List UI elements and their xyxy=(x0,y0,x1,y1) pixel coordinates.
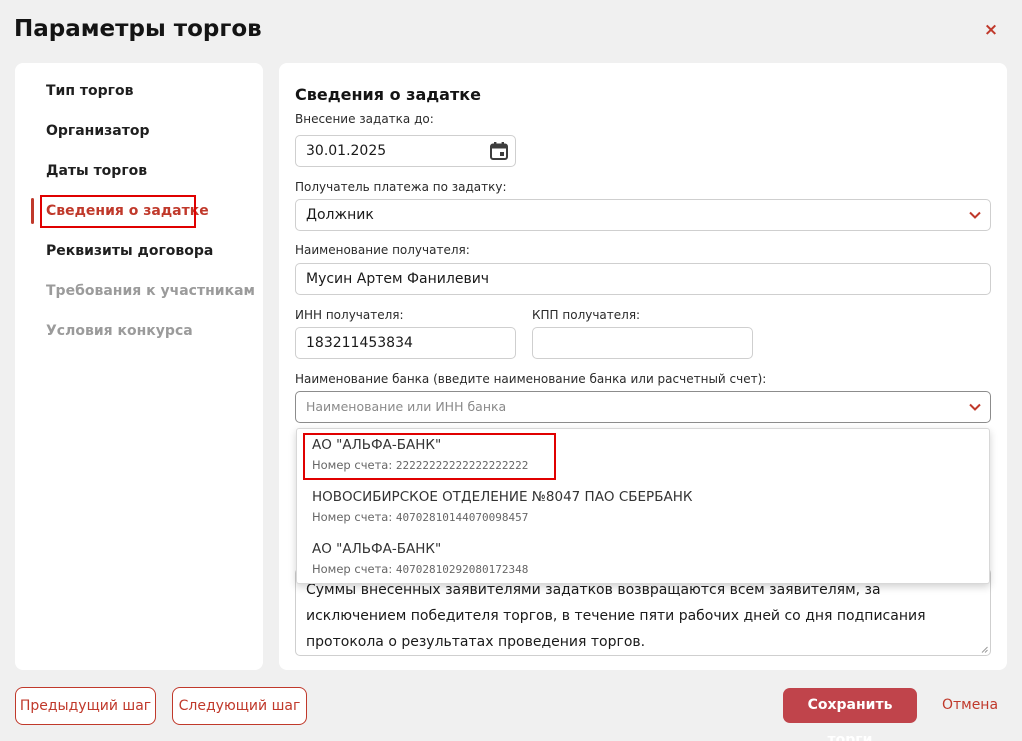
kpp-label: КПП получателя: xyxy=(532,308,641,322)
bank-search-placeholder: Наименование или ИНН банка xyxy=(306,399,507,414)
chevron-down-icon xyxy=(969,211,981,219)
account-number: 40702810144070098457 xyxy=(395,511,529,524)
save-auction-button[interactable]: Сохранить торги xyxy=(783,688,917,741)
inn-label: ИНН получателя: xyxy=(295,308,404,322)
bank-option[interactable]: НОВОСИБИРСКОЕ ОТДЕЛЕНИЕ №8047 ПАО СБЕРБА… xyxy=(312,489,692,524)
deposit-deadline-label: Внесение задатка до: xyxy=(295,112,434,126)
bank-option-name: НОВОСИБИРСКОЕ ОТДЕЛЕНИЕ №8047 ПАО СБЕРБА… xyxy=(312,489,693,505)
payee-select[interactable]: Должник xyxy=(295,199,991,231)
sidebar-item-competition-terms[interactable]: Условия конкурса xyxy=(46,319,193,343)
steps-sidebar: Тип торгов Организатор Даты торгов Сведе… xyxy=(15,63,263,670)
highlight-box xyxy=(303,433,556,480)
sidebar-item-contract-details[interactable]: Реквизиты договора xyxy=(46,239,213,263)
sidebar-item-participant-requirements[interactable]: Требования к участникам xyxy=(46,279,255,303)
payee-value: Должник xyxy=(306,207,374,223)
chevron-down-icon xyxy=(969,403,981,411)
sidebar-item-organizer[interactable]: Организатор xyxy=(46,119,150,143)
recipient-name-value: Мусин Артем Фанилевич xyxy=(306,271,490,287)
deposit-deadline-value: 30.01.2025 xyxy=(306,143,387,159)
recipient-name-label: Наименование получателя: xyxy=(295,243,470,257)
bank-dropdown-list: АО "АЛЬФА-БАНК" Номер счета: 22222222222… xyxy=(296,428,990,584)
bank-option-name: АО "АЛЬФА-БАНК" xyxy=(312,541,442,557)
deposit-deadline-input[interactable]: 30.01.2025 xyxy=(295,135,516,167)
account-label: Номер счета: xyxy=(312,562,393,576)
payee-label: Получатель платежа по задатку: xyxy=(295,180,507,194)
bank-option-account: Номер счета: 40702810292080172348 xyxy=(312,562,528,576)
calendar-icon[interactable] xyxy=(489,141,509,161)
close-icon[interactable]: × xyxy=(982,20,1000,40)
active-step-indicator xyxy=(31,198,34,224)
sidebar-item-auction-dates[interactable]: Даты торгов xyxy=(46,159,147,183)
next-step-button[interactable]: Следующий шаг xyxy=(172,687,307,725)
highlight-box xyxy=(40,195,196,228)
sidebar-item-auction-type[interactable]: Тип торгов xyxy=(46,79,133,103)
deposit-notes-text: Суммы внесенных заявителями задатков воз… xyxy=(306,582,926,650)
cancel-button[interactable]: Отмена xyxy=(937,688,1003,723)
inn-input[interactable]: 183211453834 xyxy=(295,327,516,359)
inn-value: 183211453834 xyxy=(306,335,413,351)
previous-step-button[interactable]: Предыдущий шаг xyxy=(15,687,156,725)
dialog-title: Параметры торгов xyxy=(14,16,262,42)
recipient-name-input[interactable]: Мусин Артем Фанилевич xyxy=(295,263,991,295)
resize-handle-icon[interactable] xyxy=(981,646,988,653)
section-title: Сведения о задатке xyxy=(295,85,481,104)
account-label: Номер счета: xyxy=(312,510,393,524)
bank-search-input[interactable]: Наименование или ИНН банка xyxy=(295,391,991,423)
kpp-input[interactable] xyxy=(532,327,753,359)
bank-label: Наименование банка (введите наименование… xyxy=(295,372,767,386)
bank-option[interactable]: АО "АЛЬФА-БАНК" Номер счета: 40702810292… xyxy=(312,541,528,576)
bank-option-account: Номер счета: 40702810144070098457 xyxy=(312,510,692,524)
account-number: 40702810292080172348 xyxy=(395,563,529,576)
